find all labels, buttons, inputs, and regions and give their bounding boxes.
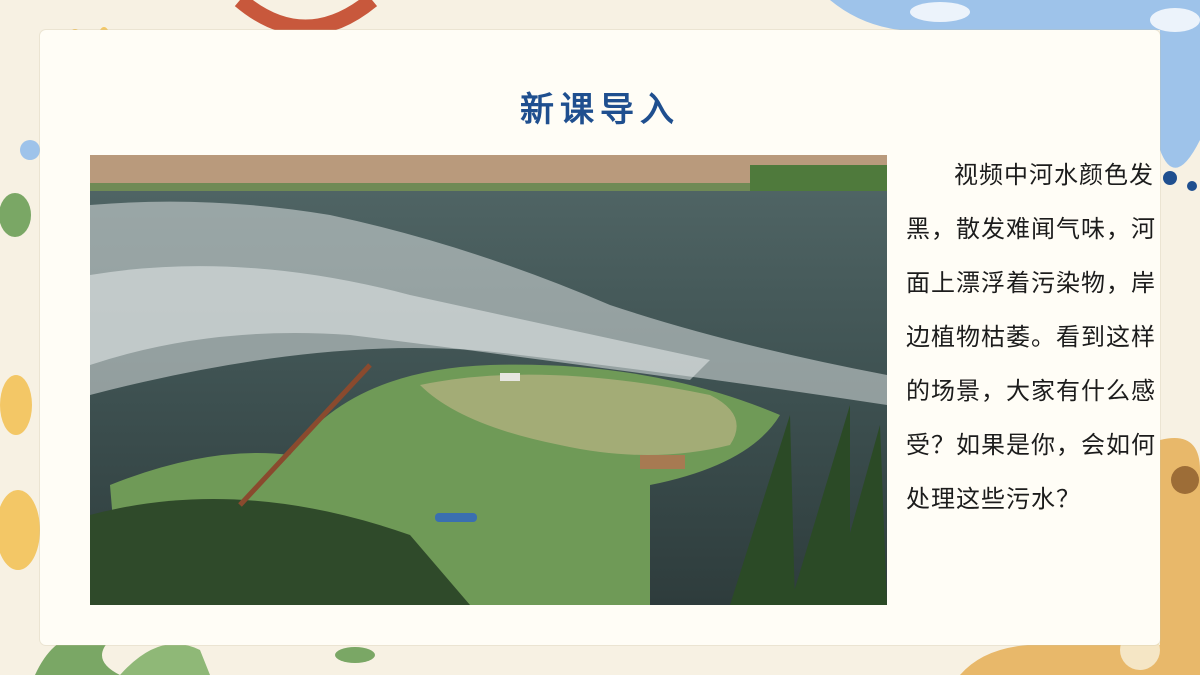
slide-title: 新课导入 <box>520 90 680 130</box>
yellow-leaf-decoration <box>0 375 32 435</box>
intro-paragraph: 视频中河水颜色发黑，散发难闻气味，河面上漂浮着污染物，岸边植物枯萎。看到这样的场… <box>906 161 1156 513</box>
polluted-river-photo <box>90 155 887 605</box>
red-arc-decoration <box>234 0 378 36</box>
